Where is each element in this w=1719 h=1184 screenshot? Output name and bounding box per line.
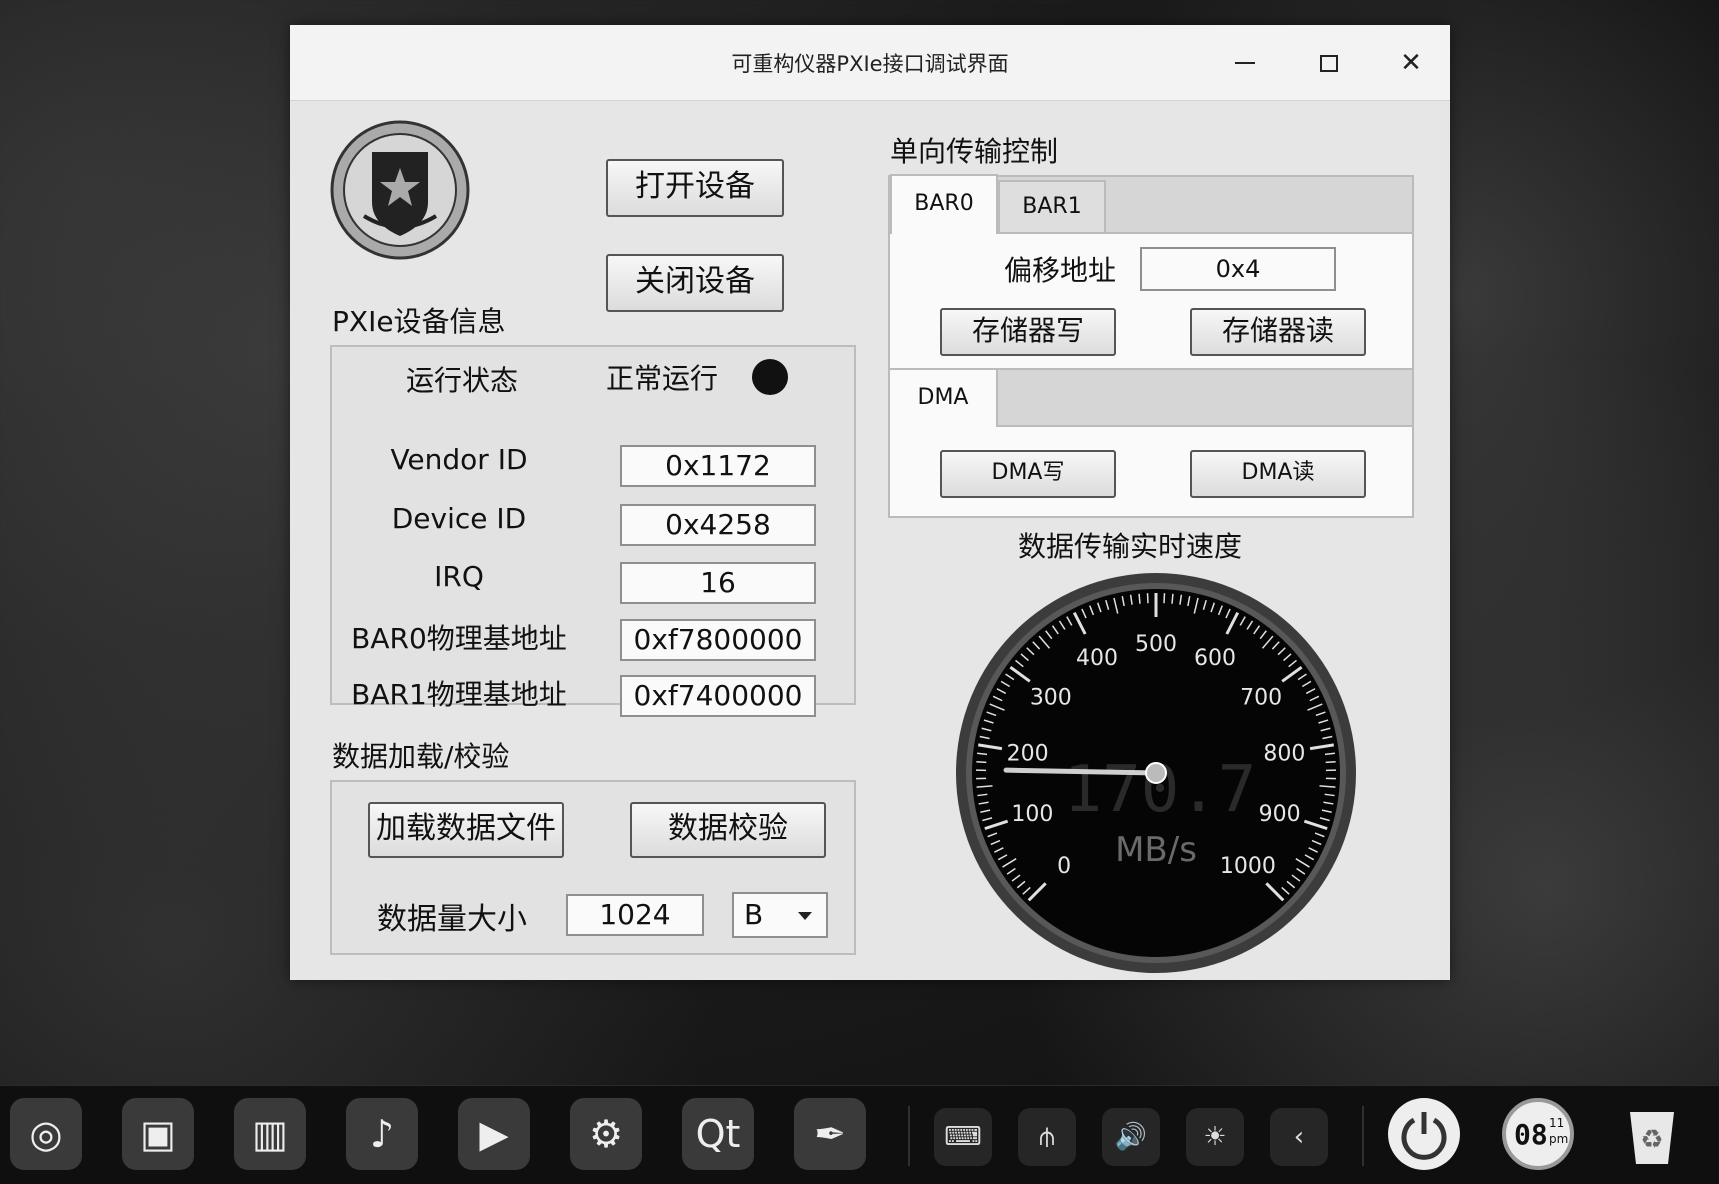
transfer-control-heading: 单向传输控制 [890, 130, 1058, 170]
verify-data-button[interactable]: 数据校验 [630, 802, 826, 858]
gauge-tick [1139, 594, 1140, 604]
volume-icon[interactable]: 🔊 [1102, 1108, 1160, 1166]
dma-write-button[interactable]: DMA写 [940, 450, 1116, 498]
data-size-label: 数据量大小 [362, 894, 542, 938]
offset-address-label: 偏移地址 [960, 249, 1160, 289]
file-manager-icon[interactable]: ▣ [122, 1098, 194, 1170]
gauge-tick-label: 500 [1135, 632, 1177, 657]
settings-icon[interactable]: ⚙ [570, 1098, 642, 1170]
gauge-tick-label: 800 [1263, 742, 1305, 767]
app-store-icon[interactable]: ▥ [234, 1098, 306, 1170]
memory-read-button[interactable]: 存储器读 [1190, 308, 1366, 356]
gauge-tick-label: 900 [1259, 802, 1301, 827]
window-title: 可重构仪器PXIe接口调试界面 [290, 48, 1450, 78]
data-size-input[interactable]: 1024 [566, 894, 704, 936]
brightness-icon[interactable]: ☀ [1186, 1108, 1244, 1166]
main-window: 可重构仪器PXIe接口调试界面 ✕ 打开设备 关闭设备 PXIe设备信息 运行状… [290, 25, 1450, 980]
music-icon[interactable]: ♪ [346, 1098, 418, 1170]
bar-tab-panel: BAR0 BAR1 偏移地址 0x4 存储器写 存储器读 [888, 175, 1414, 370]
gauge-tick-label: 400 [1076, 646, 1118, 671]
status-label: 运行状态 [332, 359, 592, 399]
gauge-tick-label: 200 [1007, 742, 1049, 767]
gauge-tick-label: 300 [1030, 686, 1072, 711]
status-value: 正常运行 [562, 357, 762, 397]
load-data-file-button[interactable]: 加载数据文件 [368, 802, 564, 858]
qt-creator-icon[interactable]: Qt [682, 1098, 754, 1170]
device-info-label: BAR0物理基地址 [330, 617, 588, 657]
data-load-heading: 数据加载/校验 [332, 735, 509, 775]
offset-address-input[interactable]: 0x4 [1140, 247, 1336, 291]
title-bar[interactable]: 可重构仪器PXIe接口调试界面 ✕ [290, 25, 1450, 101]
device-info-label: Device ID [330, 502, 588, 535]
gauge-needle [1006, 770, 1156, 773]
usb-icon[interactable]: ⫛ [1018, 1108, 1076, 1166]
gauge-unit: MB/s [1115, 830, 1197, 870]
taskbar-separator [1362, 1106, 1364, 1166]
power-icon[interactable] [1388, 1098, 1460, 1170]
clock-ampm: pm [1549, 1132, 1568, 1146]
taskbar: 08 11 pm ♻ ◎ ▣ ▥ ♪ ▶ ⚙ Qt ✒ ⌨ ⫛ 🔊 ☀ ‹ [0, 1085, 1719, 1184]
device-info-value: 0xf7400000 [620, 675, 816, 717]
device-info-value: 0x4258 [620, 504, 816, 546]
gauge-needle-hub [1146, 763, 1166, 783]
device-info-value: 0x1172 [620, 445, 816, 487]
device-info-value: 16 [620, 562, 816, 604]
launcher-icon[interactable]: ◎ [10, 1098, 82, 1170]
speed-gauge-heading: 数据传输实时速度 [1018, 525, 1242, 565]
device-info-label: BAR1物理基地址 [330, 673, 588, 713]
data-load-group: 加载数据文件 数据校验 数据量大小 1024 B [330, 780, 856, 955]
data-unit-value: B [744, 898, 763, 931]
device-info-value: 0xf7800000 [620, 619, 816, 661]
clock-minutes: 11 [1549, 1116, 1564, 1130]
gauge-tick-label: 700 [1240, 686, 1282, 711]
keyboard-icon[interactable]: ⌨ [934, 1108, 992, 1166]
device-info-heading: PXIe设备信息 [332, 300, 506, 340]
device-info-label: Vendor ID [330, 443, 588, 476]
trash-icon[interactable]: ♻ [1616, 1098, 1688, 1170]
collapse-icon[interactable]: ‹ [1270, 1108, 1328, 1166]
gauge-tick-label: 100 [1011, 802, 1053, 827]
gauge-tick-label: 0 [1057, 854, 1071, 879]
gauge-tick [976, 762, 986, 763]
close-window-button[interactable]: ✕ [1391, 43, 1431, 83]
status-indicator-led [752, 359, 788, 395]
video-icon[interactable]: ▶ [458, 1098, 530, 1170]
gauge-tick [1326, 762, 1336, 763]
svg-text:♻: ♻ [1640, 1125, 1663, 1155]
speed-gauge: 01002003004005006007008009001000 170.7 M… [954, 571, 1358, 975]
data-unit-select[interactable]: B [732, 892, 828, 938]
gauge-tick [1172, 594, 1173, 604]
clock-hours: 08 [1514, 1118, 1548, 1151]
institution-logo [330, 120, 470, 260]
open-device-button[interactable]: 打开设备 [606, 159, 784, 217]
tab-bar0[interactable]: BAR0 [890, 174, 998, 234]
clock-widget[interactable]: 08 11 pm [1502, 1098, 1574, 1170]
close-device-button[interactable]: 关闭设备 [606, 254, 784, 312]
gauge-tick-label: 600 [1194, 646, 1236, 671]
dma-read-button[interactable]: DMA读 [1190, 450, 1366, 498]
device-info-label: IRQ [330, 560, 588, 593]
maximize-button[interactable] [1308, 43, 1348, 83]
gauge-tick-label: 1000 [1220, 854, 1276, 879]
taskbar-separator [908, 1106, 910, 1166]
minimize-button[interactable] [1225, 43, 1265, 83]
pen-icon[interactable]: ✒ [794, 1098, 866, 1170]
memory-write-button[interactable]: 存储器写 [940, 308, 1116, 356]
dma-tab-panel: DMA DMA写 DMA读 [888, 368, 1414, 518]
tab-dma[interactable]: DMA [890, 370, 998, 427]
tab-bar1[interactable]: BAR1 [998, 180, 1106, 234]
